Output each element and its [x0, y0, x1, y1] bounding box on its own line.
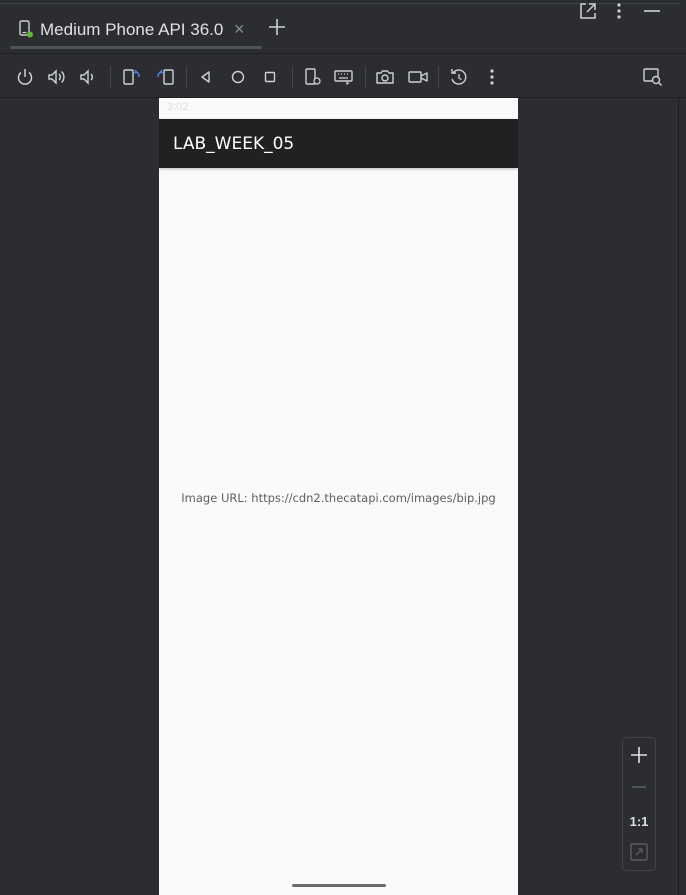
scroll-gutter [678, 98, 679, 895]
toolbar-separator [438, 66, 439, 88]
app-bar: LAB_WEEK_05 [159, 119, 518, 168]
external-window-icon[interactable] [577, 0, 599, 22]
status-time: 3:02 [167, 101, 189, 113]
screenshot-icon[interactable] [374, 66, 396, 88]
power-icon[interactable] [14, 66, 36, 88]
emulator-toolbar [0, 54, 686, 98]
volume-down-icon[interactable] [77, 66, 99, 88]
minimize-icon[interactable] [641, 0, 663, 22]
fit-screen-icon[interactable] [628, 841, 650, 863]
screen-record-icon[interactable] [407, 66, 429, 88]
toolbar-separator [110, 66, 111, 88]
device-screen[interactable]: 3:02 LAB_WEEK_05 Image URL: https://cdn2… [159, 98, 518, 895]
gesture-nav-handle[interactable] [292, 884, 386, 887]
back-icon[interactable] [195, 66, 217, 88]
zoom-controls: 1:1 [622, 737, 656, 871]
tab-title: Medium Phone API 36.0 [40, 20, 224, 39]
app-title: LAB_WEEK_05 [173, 134, 295, 154]
toolbar-separator [365, 66, 366, 88]
home-icon[interactable] [227, 66, 249, 88]
device-icon [18, 20, 34, 38]
tab-emulator[interactable]: Medium Phone API 36.0 × [10, 12, 262, 49]
tab-bar: Medium Phone API 36.0 × [0, 0, 686, 54]
rotate-right-icon[interactable] [154, 66, 176, 88]
actual-size-button[interactable]: 1:1 [623, 814, 655, 829]
close-icon[interactable]: × [234, 19, 245, 40]
rotate-left-icon[interactable] [121, 66, 143, 88]
volume-up-icon[interactable] [46, 66, 68, 88]
toolbar-separator [292, 66, 293, 88]
keyboard-icon[interactable] [333, 66, 355, 88]
zoom-out-icon[interactable] [628, 776, 650, 798]
toolbar-separator [186, 66, 187, 88]
more-icon[interactable] [481, 66, 503, 88]
add-tab-icon[interactable] [266, 16, 288, 38]
layout-inspector-icon[interactable] [642, 66, 664, 88]
status-bar: 3:02 [159, 98, 518, 119]
device-settings-icon[interactable] [302, 66, 324, 88]
image-url-text: Image URL: https://cdn2.thecatapi.com/im… [181, 491, 496, 505]
snapshot-icon[interactable] [448, 66, 470, 88]
options-icon[interactable] [608, 0, 630, 22]
zoom-in-icon[interactable] [628, 744, 650, 766]
tab-active-indicator [10, 46, 262, 49]
overview-icon[interactable] [259, 66, 281, 88]
